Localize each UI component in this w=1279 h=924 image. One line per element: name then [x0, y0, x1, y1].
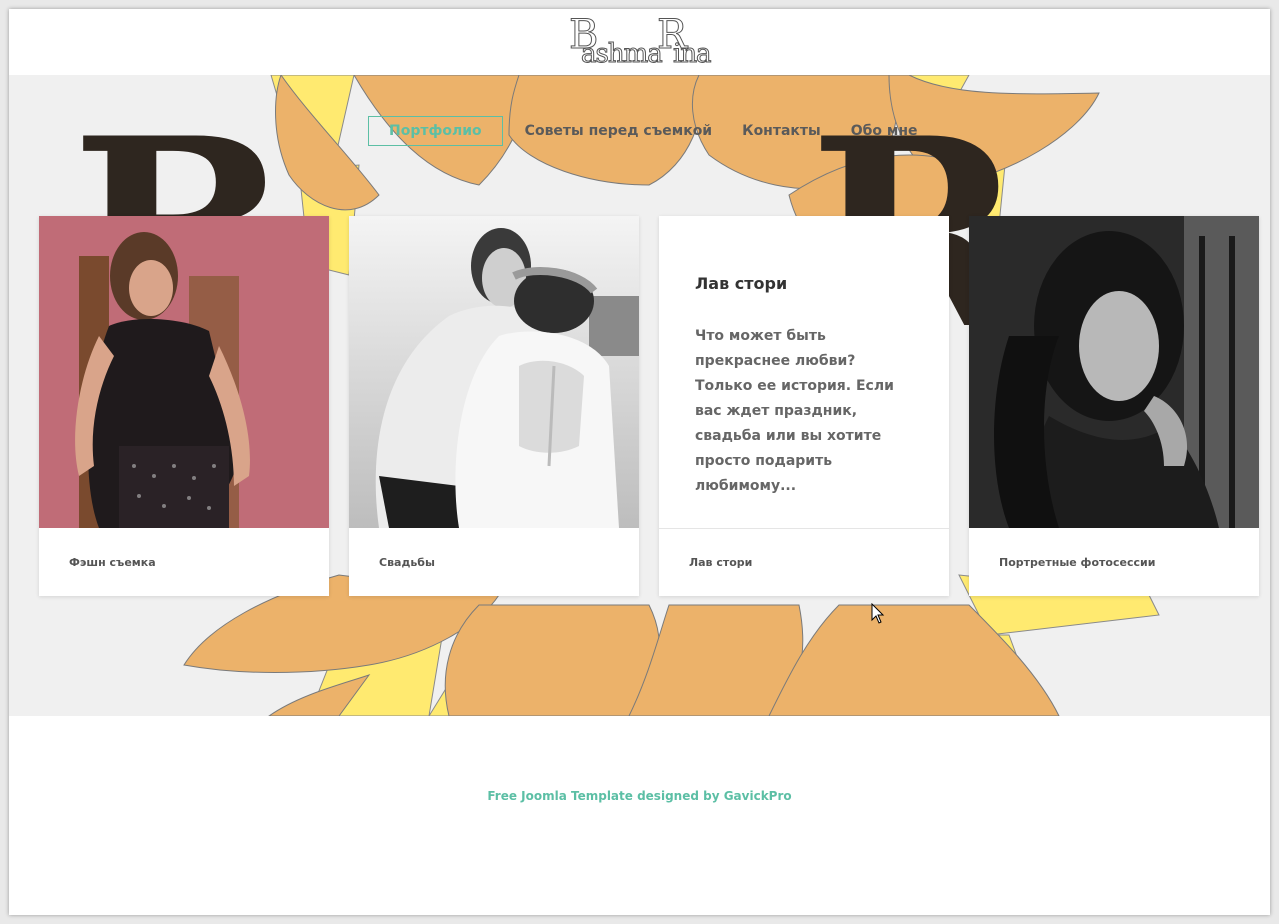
card-caption[interactable]: Портретные фотосессии: [999, 556, 1155, 569]
wedding-photo[interactable]: [349, 216, 639, 528]
card-wedding[interactable]: Свадьбы: [349, 216, 639, 596]
nav-item-contacts[interactable]: Контакты: [742, 117, 821, 145]
logo-text-ashma: ashma: [581, 39, 664, 69]
fashion-photo[interactable]: [39, 216, 329, 528]
mouse-cursor-icon: [871, 603, 885, 624]
card-caption[interactable]: Свадьбы: [379, 556, 435, 569]
browser-page: B ashma R ina Портфолио Советы перед съе…: [9, 9, 1270, 915]
nav-item-portfolio[interactable]: Портфолио: [368, 116, 503, 146]
main-navigation: Портфолио Советы перед съемкой Контакты …: [368, 115, 947, 147]
site-header: B ashma R ina: [9, 9, 1270, 75]
logo-text-ina: ina: [673, 39, 713, 69]
card-portrait[interactable]: Портретные фотосессии: [969, 216, 1259, 596]
card-title[interactable]: Лав стори: [695, 274, 787, 293]
card-divider: [659, 528, 949, 529]
card-fashion[interactable]: Фэшн съемка: [39, 216, 329, 596]
card-caption[interactable]: Лав стори: [689, 556, 752, 569]
footer-credit-link[interactable]: Free Joomla Template designed by GavickP…: [9, 789, 1270, 803]
nav-item-shooting-tips[interactable]: Советы перед съемкой: [525, 117, 712, 145]
portrait-photo[interactable]: [969, 216, 1259, 528]
portfolio-cards: Фэшн съемка Свадьбы Лав стори Что может …: [39, 216, 1260, 596]
site-logo[interactable]: B ashma R ina: [568, 15, 729, 71]
card-description: Что может быть прекраснее любви? Только …: [695, 328, 894, 494]
card-caption[interactable]: Фэшн съемка: [69, 556, 156, 569]
hero-section: B R Портфолио Советы перед съемкой Конта…: [9, 75, 1270, 716]
nav-item-about[interactable]: Обо мне: [851, 117, 918, 145]
card-love-story[interactable]: Лав стори Что может быть прекраснее любв…: [659, 216, 949, 596]
